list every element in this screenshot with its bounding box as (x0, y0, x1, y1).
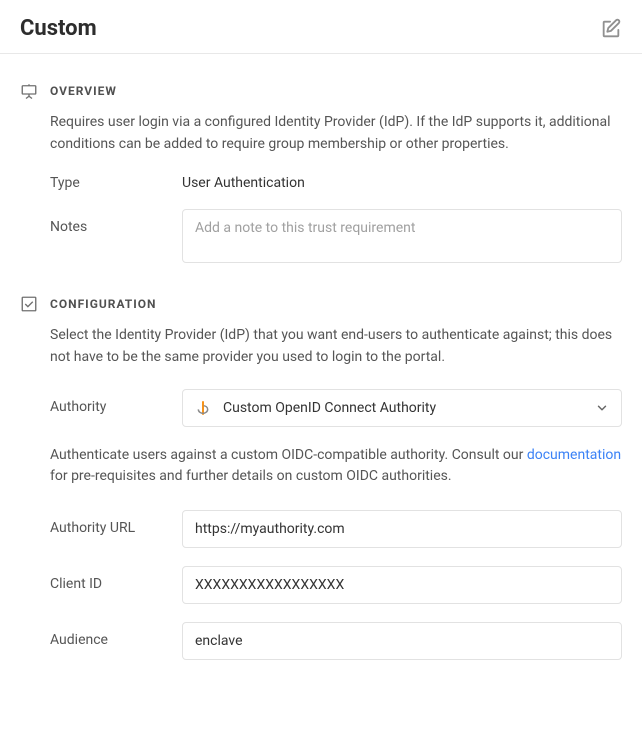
authority-selected-label: Custom OpenID Connect Authority (223, 400, 583, 416)
configuration-header: CONFIGURATION (20, 295, 622, 313)
authority-note: Authenticate users against a custom OIDC… (50, 445, 622, 488)
overview-title: OVERVIEW (50, 84, 117, 98)
configuration-section: CONFIGURATION Select the Identity Provid… (0, 295, 642, 660)
authority-url-label: Authority URL (50, 510, 182, 536)
presentation-icon (20, 82, 38, 100)
type-label: Type (50, 175, 182, 191)
authority-select[interactable]: Custom OpenID Connect Authority (182, 389, 622, 427)
client-id-input[interactable] (182, 566, 622, 604)
chevron-down-icon (595, 401, 609, 415)
overview-description: Requires user login via a configured Ide… (50, 112, 622, 155)
audience-input[interactable] (182, 622, 622, 660)
notes-label: Notes (50, 209, 182, 235)
documentation-link[interactable]: documentation (527, 447, 621, 463)
edit-icon[interactable] (600, 18, 622, 40)
type-value: User Authentication (182, 175, 622, 191)
authority-note-prefix: Authenticate users against a custom OIDC… (50, 447, 527, 463)
overview-header: OVERVIEW (20, 82, 622, 100)
page-title: Custom (20, 16, 97, 41)
authority-label: Authority (50, 389, 182, 415)
client-id-label: Client ID (50, 566, 182, 592)
openid-icon (195, 400, 211, 416)
audience-label: Audience (50, 622, 182, 648)
authority-url-input[interactable] (182, 510, 622, 548)
configuration-description: Select the Identity Provider (IdP) that … (50, 325, 622, 368)
overview-section: OVERVIEW Requires user login via a confi… (0, 82, 642, 267)
authority-note-suffix: for pre-requisites and further details o… (50, 468, 452, 484)
configuration-title: CONFIGURATION (50, 297, 157, 311)
notes-input[interactable] (182, 209, 622, 263)
checkbox-icon (20, 295, 38, 313)
page-header: Custom (0, 0, 642, 54)
